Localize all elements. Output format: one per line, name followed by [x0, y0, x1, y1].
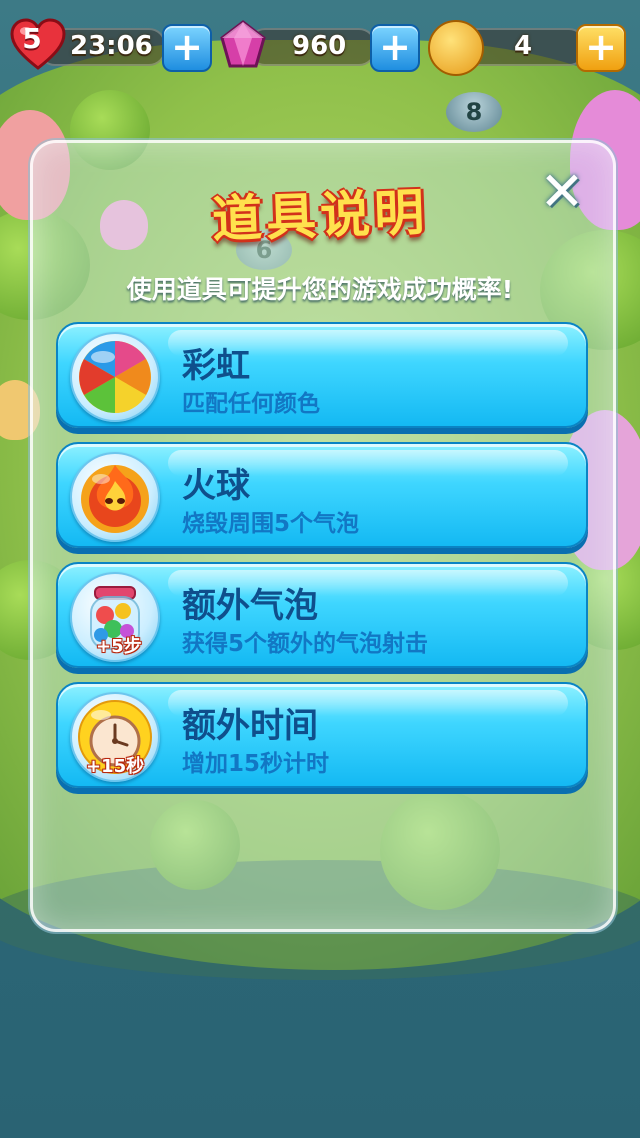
item-description: 匹配任何颜色: [182, 391, 320, 417]
item-description: 获得5个额外的气泡射击: [182, 631, 429, 657]
item-badge: +5步: [96, 636, 142, 657]
top-hud: 5 23:06 + 960 + 4 +: [0, 14, 640, 78]
lives-timer: 23:06: [70, 31, 153, 61]
item-name: 火球: [182, 466, 250, 506]
fireball-icon: [81, 465, 149, 533]
item-badge: +15秒: [86, 756, 145, 777]
item-name: 额外气泡: [182, 586, 318, 626]
coin-icon: [428, 20, 484, 76]
lives-count: 5: [22, 22, 42, 55]
item-description: 烧毁周围5个气泡: [182, 511, 360, 537]
close-icon: ✕: [539, 160, 585, 223]
plus-icon: +: [585, 25, 617, 69]
item-name: 彩虹: [182, 346, 250, 386]
gem-icon: [220, 20, 266, 68]
item-icon-frame: [70, 332, 160, 422]
dialog-subtitle: 使用道具可提升您的游戏成功概率!: [126, 275, 514, 304]
item-name: 额外时间: [182, 706, 318, 746]
gems-count: 960: [292, 31, 347, 61]
add-lives-button[interactable]: +: [162, 24, 212, 72]
item-extra-bubbles[interactable]: +5步 额外气泡 获得5个额外的气泡射击: [56, 562, 588, 668]
item-description: 增加15秒计时: [182, 751, 330, 777]
rainbow-ball-icon: [79, 341, 151, 413]
item-icon-frame: +15秒: [70, 692, 160, 782]
level-node[interactable]: 8: [446, 92, 502, 132]
item-icon-frame: [70, 452, 160, 542]
close-button[interactable]: ✕: [536, 165, 588, 219]
add-coins-button[interactable]: +: [576, 24, 626, 72]
plus-icon: +: [171, 25, 203, 69]
plus-icon: +: [379, 25, 411, 69]
item-icon-frame: +5步: [70, 572, 160, 662]
add-gems-button[interactable]: +: [370, 24, 420, 72]
coins-count: 4: [514, 31, 533, 61]
item-rainbow[interactable]: 彩虹 匹配任何颜色: [56, 322, 588, 428]
item-fireball[interactable]: 火球 烧毁周围5个气泡: [56, 442, 588, 548]
item-extra-time[interactable]: +15秒 额外时间 增加15秒计时: [56, 682, 588, 788]
